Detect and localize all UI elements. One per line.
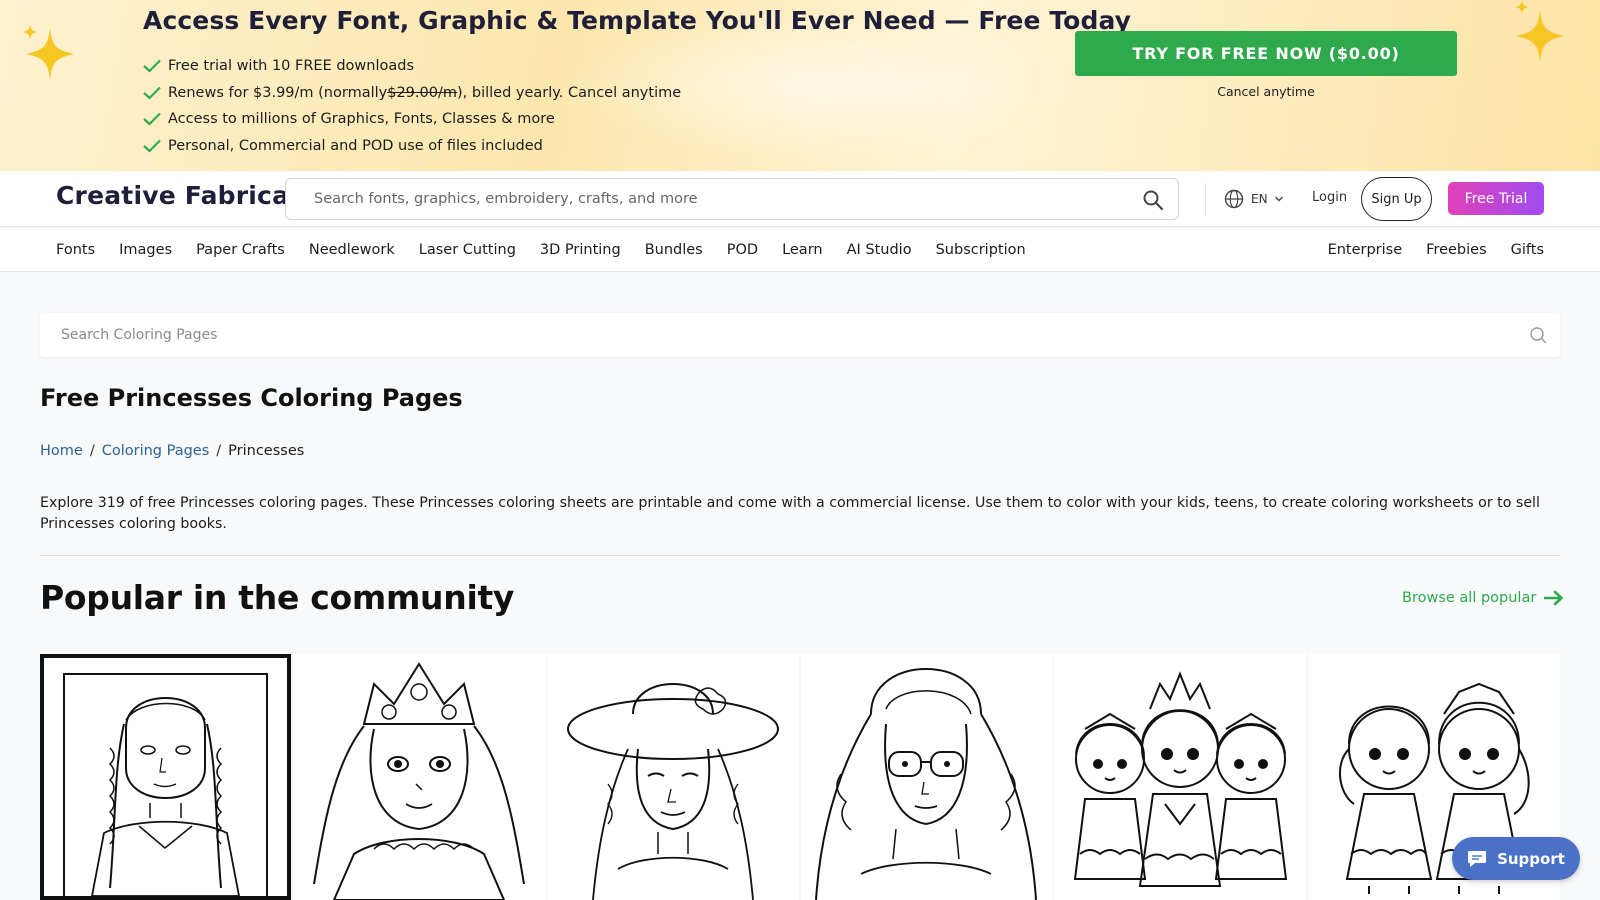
coloring-page-card[interactable]	[40, 654, 291, 900]
promo-benefit: Free trial with 10 FREE downloads	[143, 53, 681, 80]
chevron-down-icon	[1274, 196, 1283, 202]
nav-item-paper-crafts[interactable]: Paper Crafts	[196, 242, 285, 258]
nav-item-needlework[interactable]: Needlework	[309, 242, 395, 258]
browse-all-popular-link[interactable]: Browse all popular	[1402, 590, 1564, 606]
promo-banner: Access Every Font, Graphic & Template Yo…	[0, 0, 1600, 171]
category-nav: Fonts Images Paper Crafts Needlework Las…	[0, 228, 1600, 272]
language-selector[interactable]: EN	[1224, 189, 1284, 209]
nav-item-pod[interactable]: POD	[727, 242, 758, 258]
princess-flower-crown-illustration	[312, 662, 525, 900]
coloring-page-card[interactable]	[801, 654, 1053, 900]
page-title: Free Princesses Coloring Pages	[40, 384, 463, 412]
coloring-page-card[interactable]	[1055, 654, 1307, 900]
check-icon	[143, 86, 161, 100]
promo-benefit-text: Renews for $3.99/m (normally	[168, 84, 388, 101]
sparkle-icon	[22, 24, 74, 80]
nav-item-gifts[interactable]: Gifts	[1511, 242, 1544, 258]
free-trial-button[interactable]: Free Trial	[1448, 182, 1544, 215]
breadcrumb-current: Princesses	[228, 443, 305, 459]
site-logo[interactable]: Creative Fabrica	[56, 181, 289, 210]
support-chat-button[interactable]: Support	[1452, 837, 1580, 880]
cancel-anytime-note: Cancel anytime	[1217, 84, 1315, 99]
nav-item-laser-cutting[interactable]: Laser Cutting	[419, 242, 516, 258]
check-icon	[143, 139, 161, 153]
search-icon[interactable]	[1142, 189, 1164, 211]
login-link[interactable]: Login	[1312, 190, 1347, 205]
promo-benefit: Personal, Commercial and POD use of file…	[143, 133, 681, 160]
promo-benefit-text: ), billed yearly. Cancel anytime	[456, 84, 682, 101]
search-icon[interactable]	[1529, 326, 1547, 344]
category-nav-primary: Fonts Images Paper Crafts Needlework Las…	[56, 228, 1050, 272]
check-icon	[143, 112, 161, 126]
promo-benefit: Renews for $3.99/m (normally $29.00/m), …	[143, 80, 681, 107]
check-icon	[143, 59, 161, 73]
popular-coloring-pages-grid	[40, 654, 1560, 900]
girl-with-glasses-illustration	[815, 668, 1038, 900]
try-for-free-button[interactable]: TRY FOR FREE NOW ($0.00)	[1075, 31, 1457, 76]
language-label: EN	[1251, 192, 1268, 206]
breadcrumb-coloring-pages[interactable]: Coloring Pages	[102, 443, 210, 459]
sparkle-icon	[1515, 0, 1564, 62]
main-search-bar	[285, 178, 1179, 220]
braided-girl-illustration	[63, 673, 268, 896]
header-divider	[1205, 183, 1206, 215]
arrow-right-icon	[1544, 590, 1564, 606]
three-chibi-princesses-illustration	[1074, 671, 1288, 887]
original-price: $29.00/m	[387, 84, 457, 101]
promo-benefit-text: Personal, Commercial and POD use of file…	[168, 137, 543, 154]
girl-sun-hat-illustration	[566, 683, 779, 900]
coloring-pages-search-input[interactable]	[61, 313, 1461, 357]
nav-item-bundles[interactable]: Bundles	[645, 242, 703, 258]
section-divider	[40, 555, 1560, 556]
globe-icon	[1224, 189, 1244, 209]
nav-item-freebies[interactable]: Freebies	[1426, 242, 1486, 258]
nav-item-enterprise[interactable]: Enterprise	[1328, 242, 1403, 258]
section-title: Popular in the community	[40, 578, 515, 617]
main-search-input[interactable]	[314, 179, 1114, 219]
browse-all-popular-label: Browse all popular	[1402, 590, 1537, 606]
breadcrumb-separator: /	[216, 443, 222, 459]
breadcrumb: Home / Coloring Pages / Princesses	[40, 443, 304, 459]
coloring-pages-search-bar	[40, 313, 1560, 357]
promo-title: Access Every Font, Graphic & Template Yo…	[143, 6, 1132, 35]
nav-item-learn[interactable]: Learn	[782, 242, 823, 258]
promo-benefit-text: Access to millions of Graphics, Fonts, C…	[168, 111, 555, 128]
nav-item-ai-studio[interactable]: AI Studio	[847, 242, 912, 258]
sign-up-button[interactable]: Sign Up	[1361, 177, 1432, 221]
promo-benefits-list: Free trial with 10 FREE downloads Renews…	[143, 53, 681, 159]
chat-icon	[1468, 850, 1487, 867]
nav-item-fonts[interactable]: Fonts	[56, 242, 95, 258]
promo-benefit: Access to millions of Graphics, Fonts, C…	[143, 106, 681, 133]
coloring-page-card[interactable]	[547, 654, 799, 900]
support-label: Support	[1497, 849, 1565, 868]
nav-item-subscription[interactable]: Subscription	[936, 242, 1026, 258]
promo-benefit-text: Free trial with 10 FREE downloads	[168, 58, 415, 75]
category-nav-secondary: Enterprise Freebies Gifts	[1304, 228, 1544, 272]
nav-item-images[interactable]: Images	[119, 242, 172, 258]
breadcrumb-separator: /	[89, 443, 95, 459]
site-header: Creative Fabrica EN Login Sign Up Free T…	[0, 171, 1600, 227]
coloring-page-card[interactable]	[293, 654, 545, 900]
category-description: Explore 319 of free Princesses coloring …	[40, 495, 1540, 532]
nav-item-3d-printing[interactable]: 3D Printing	[540, 242, 621, 258]
breadcrumb-home[interactable]: Home	[40, 443, 83, 459]
